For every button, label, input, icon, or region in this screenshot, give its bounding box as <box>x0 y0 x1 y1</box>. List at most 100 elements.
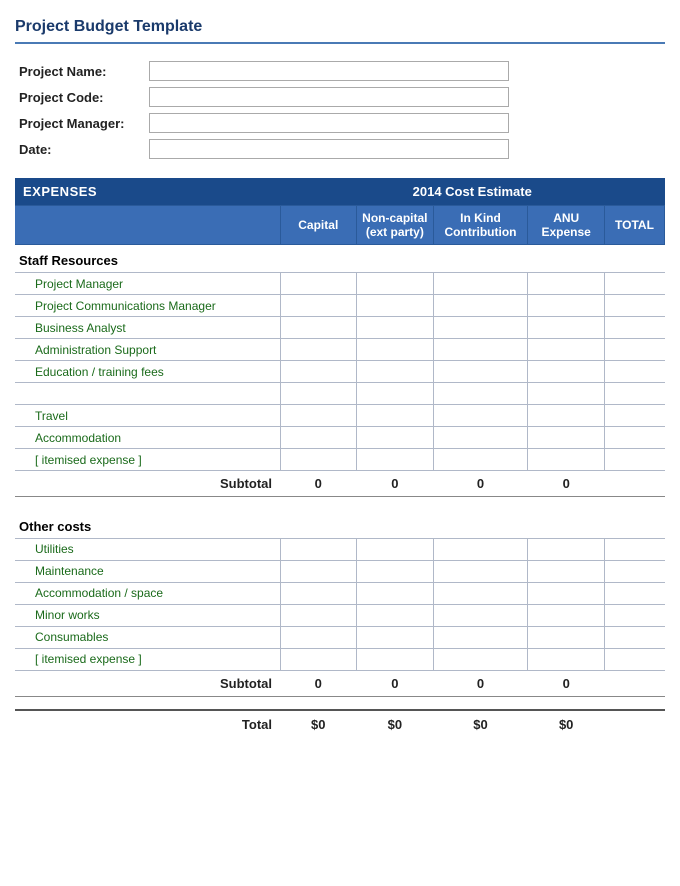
other-subtotal-anu: 0 <box>528 670 605 696</box>
staff-cell-anu[interactable] <box>528 361 605 383</box>
other-cell-nc[interactable] <box>357 560 434 582</box>
total-row: Total $0 $0 $0 $0 <box>15 710 665 738</box>
other-item-label: Accommodation / space <box>15 582 280 604</box>
col-header-total: TOTAL <box>604 206 664 245</box>
project-field-input[interactable] <box>149 113 509 133</box>
expenses-header-row: EXPENSES 2014 Cost Estimate <box>15 178 665 206</box>
staff-subtotal-in-kind: 0 <box>433 471 528 497</box>
staff-item-label: Project Manager <box>15 273 280 295</box>
staff-cell-ik[interactable] <box>433 405 528 427</box>
staff-cell-anu[interactable] <box>528 427 605 449</box>
other-cell-nc[interactable] <box>357 648 434 670</box>
other-cell-cap[interactable] <box>280 538 357 560</box>
staff-cell-anu[interactable] <box>528 273 605 295</box>
staff-cell-anu[interactable] <box>528 383 605 405</box>
project-field-input[interactable] <box>149 139 509 159</box>
other-cell-anu[interactable] <box>528 604 605 626</box>
staff-cell-ik[interactable] <box>433 427 528 449</box>
other-cell-ik[interactable] <box>433 538 528 560</box>
other-cell-ik[interactable] <box>433 582 528 604</box>
staff-cell-ik[interactable] <box>433 449 528 471</box>
other-cell-anu[interactable] <box>528 538 605 560</box>
staff-data-row: Travel <box>15 405 665 427</box>
staff-data-row: Accommodation <box>15 427 665 449</box>
total-non-capital: $0 <box>357 710 434 738</box>
staff-cell-cap[interactable] <box>280 449 357 471</box>
staff-cell-cap[interactable] <box>280 273 357 295</box>
other-cell-anu[interactable] <box>528 560 605 582</box>
staff-cell-ik[interactable] <box>433 317 528 339</box>
staff-cell-nc[interactable] <box>357 273 434 295</box>
staff-cell-cap[interactable] <box>280 427 357 449</box>
staff-cell-anu[interactable] <box>528 405 605 427</box>
other-cell-anu[interactable] <box>528 648 605 670</box>
other-cell-cap[interactable] <box>280 560 357 582</box>
staff-cell-anu[interactable] <box>528 295 605 317</box>
staff-cell-nc[interactable] <box>357 449 434 471</box>
staff-item-label <box>15 383 280 405</box>
other-cell-ik[interactable] <box>433 604 528 626</box>
staff-cell-anu[interactable] <box>528 449 605 471</box>
project-field-label: Date: <box>15 136 145 162</box>
other-cell-nc[interactable] <box>357 582 434 604</box>
gap-row-2 <box>15 696 665 710</box>
other-cell-nc[interactable] <box>357 604 434 626</box>
other-cell-anu[interactable] <box>528 582 605 604</box>
staff-cell-ik[interactable] <box>433 361 528 383</box>
cost-estimate-label: 2014 Cost Estimate <box>280 178 665 206</box>
staff-data-row: [ itemised expense ] <box>15 449 665 471</box>
staff-cell-anu[interactable] <box>528 317 605 339</box>
staff-cell-anu[interactable] <box>528 339 605 361</box>
other-cell-cap[interactable] <box>280 582 357 604</box>
staff-cell-total <box>604 295 664 317</box>
staff-cell-cap[interactable] <box>280 383 357 405</box>
other-costs-section-title: Other costs <box>15 511 665 539</box>
staff-cell-nc[interactable] <box>357 405 434 427</box>
staff-cell-nc[interactable] <box>357 427 434 449</box>
other-cell-total <box>604 582 664 604</box>
project-field-input-cell <box>145 136 665 162</box>
project-field-label: Project Code: <box>15 84 145 110</box>
staff-data-row <box>15 383 665 405</box>
other-cell-nc[interactable] <box>357 626 434 648</box>
staff-cell-nc[interactable] <box>357 361 434 383</box>
other-cell-ik[interactable] <box>433 560 528 582</box>
col-header-anu-expense: ANU Expense <box>528 206 605 245</box>
staff-cell-cap[interactable] <box>280 339 357 361</box>
other-cell-nc[interactable] <box>357 538 434 560</box>
other-cell-total <box>604 626 664 648</box>
staff-cell-cap[interactable] <box>280 405 357 427</box>
staff-subtotal-non-capital: 0 <box>357 471 434 497</box>
project-field-row: Date: <box>15 136 665 162</box>
staff-cell-ik[interactable] <box>433 273 528 295</box>
staff-cell-ik[interactable] <box>433 339 528 361</box>
other-cell-cap[interactable] <box>280 648 357 670</box>
other-cell-cap[interactable] <box>280 604 357 626</box>
staff-cell-nc[interactable] <box>357 383 434 405</box>
staff-cell-total <box>604 273 664 295</box>
staff-cell-nc[interactable] <box>357 295 434 317</box>
staff-cell-ik[interactable] <box>433 295 528 317</box>
project-field-input[interactable] <box>149 61 509 81</box>
other-subtotal-row: Subtotal 0 0 0 0 <box>15 670 665 696</box>
staff-cell-nc[interactable] <box>357 317 434 339</box>
staff-cell-nc[interactable] <box>357 339 434 361</box>
staff-cell-cap[interactable] <box>280 295 357 317</box>
staff-cell-cap[interactable] <box>280 317 357 339</box>
total-in-kind: $0 <box>433 710 528 738</box>
staff-cell-ik[interactable] <box>433 383 528 405</box>
project-field-input-cell <box>145 58 665 84</box>
staff-cell-total <box>604 449 664 471</box>
staff-item-label: Business Analyst <box>15 317 280 339</box>
other-cell-ik[interactable] <box>433 626 528 648</box>
staff-subtotal-row: Subtotal 0 0 0 0 <box>15 471 665 497</box>
other-cell-ik[interactable] <box>433 648 528 670</box>
staff-subtotal-anu: 0 <box>528 471 605 497</box>
other-cell-anu[interactable] <box>528 626 605 648</box>
other-cell-cap[interactable] <box>280 626 357 648</box>
project-field-input[interactable] <box>149 87 509 107</box>
staff-item-label: [ itemised expense ] <box>15 449 280 471</box>
other-item-label: Consumables <box>15 626 280 648</box>
staff-subtotal-total <box>604 471 664 497</box>
staff-cell-cap[interactable] <box>280 361 357 383</box>
